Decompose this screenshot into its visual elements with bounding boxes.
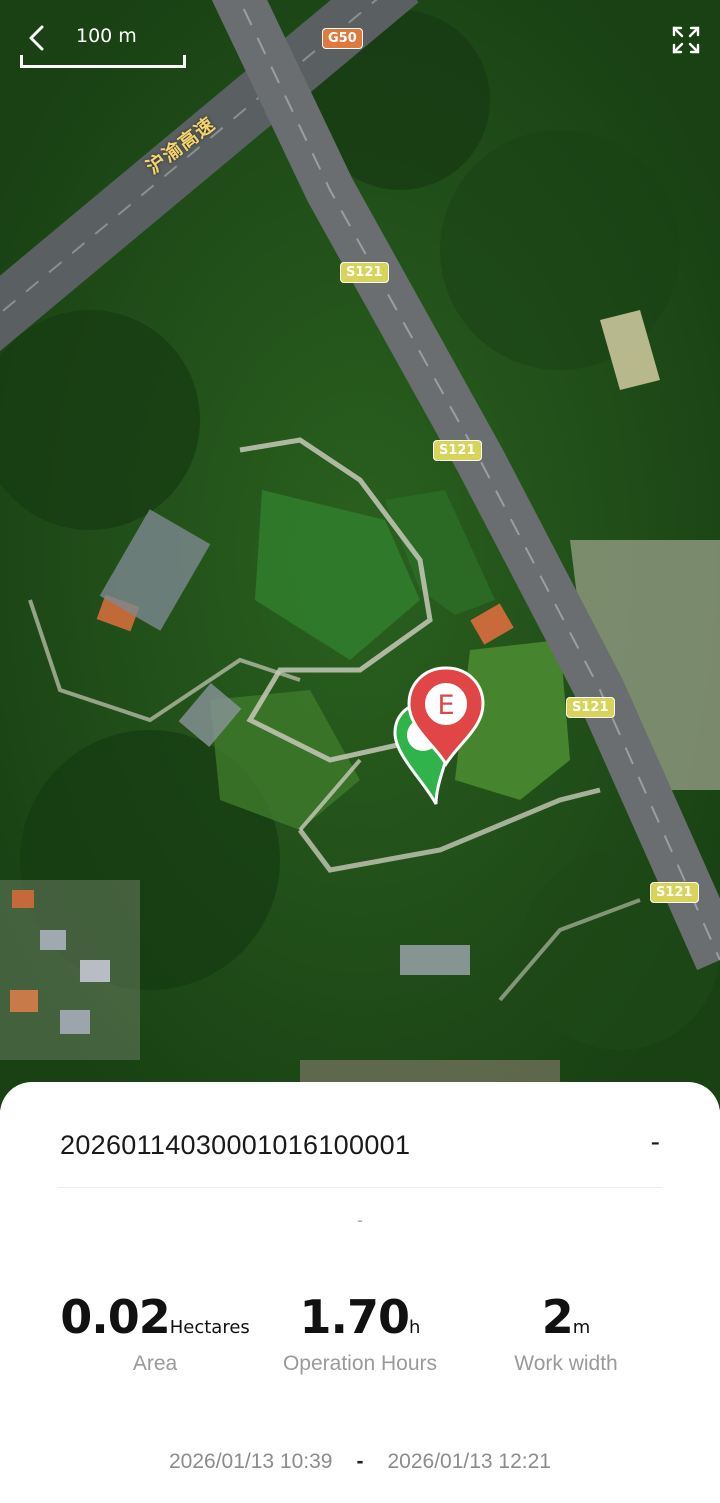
end-time: 2026/01/13 12:21 bbox=[387, 1450, 552, 1473]
road-badge-s121: S121 bbox=[340, 262, 389, 283]
stat-operation-hours: 1.70h Operation Hours bbox=[240, 1290, 480, 1376]
stat-unit: m bbox=[572, 1317, 591, 1338]
record-subtitle: - bbox=[357, 1210, 363, 1230]
scale-label: 100 m bbox=[76, 25, 137, 47]
operation-detail-sheet: 20260114030001016100001 - - 0.02Hectares… bbox=[0, 1082, 720, 1503]
stat-label: Work width bbox=[514, 1352, 618, 1375]
road-badge-s121: S121 bbox=[566, 697, 615, 718]
start-time: 2026/01/13 10:39 bbox=[169, 1450, 333, 1473]
stat-unit: Hectares bbox=[169, 1317, 250, 1338]
satellite-imagery bbox=[0, 0, 720, 1110]
record-status: - bbox=[650, 1126, 660, 1157]
time-range: 2026/01/13 10:39-2026/01/13 12:21 bbox=[0, 1450, 720, 1474]
stat-area: 0.02Hectares Area bbox=[35, 1290, 275, 1376]
stat-value: 1.70 bbox=[299, 1290, 410, 1344]
scale-bar bbox=[20, 55, 186, 68]
end-pin-icon[interactable]: E bbox=[404, 664, 488, 768]
back-icon[interactable] bbox=[22, 22, 54, 54]
map-toolbar: 100 m bbox=[0, 0, 720, 80]
record-id: 20260114030001016100001 bbox=[60, 1130, 411, 1160]
divider bbox=[58, 1187, 662, 1188]
stat-work-width: 2m Work width bbox=[446, 1290, 686, 1376]
road-badge-s121: S121 bbox=[433, 440, 482, 461]
stat-label: Operation Hours bbox=[282, 1352, 438, 1375]
stat-label: Area bbox=[132, 1352, 178, 1375]
road-badge-s121: S121 bbox=[650, 882, 699, 903]
stat-value: 0.02 bbox=[60, 1290, 170, 1344]
satellite-map[interactable]: G50 S121 S121 S121 S121 沪渝高速 E 100 m bbox=[0, 0, 720, 1110]
stat-unit: h bbox=[409, 1317, 421, 1338]
stat-value: 2 bbox=[541, 1290, 574, 1344]
fullscreen-icon[interactable] bbox=[670, 24, 702, 56]
end-marker-label: E bbox=[437, 690, 454, 721]
time-separator: - bbox=[356, 1450, 364, 1473]
